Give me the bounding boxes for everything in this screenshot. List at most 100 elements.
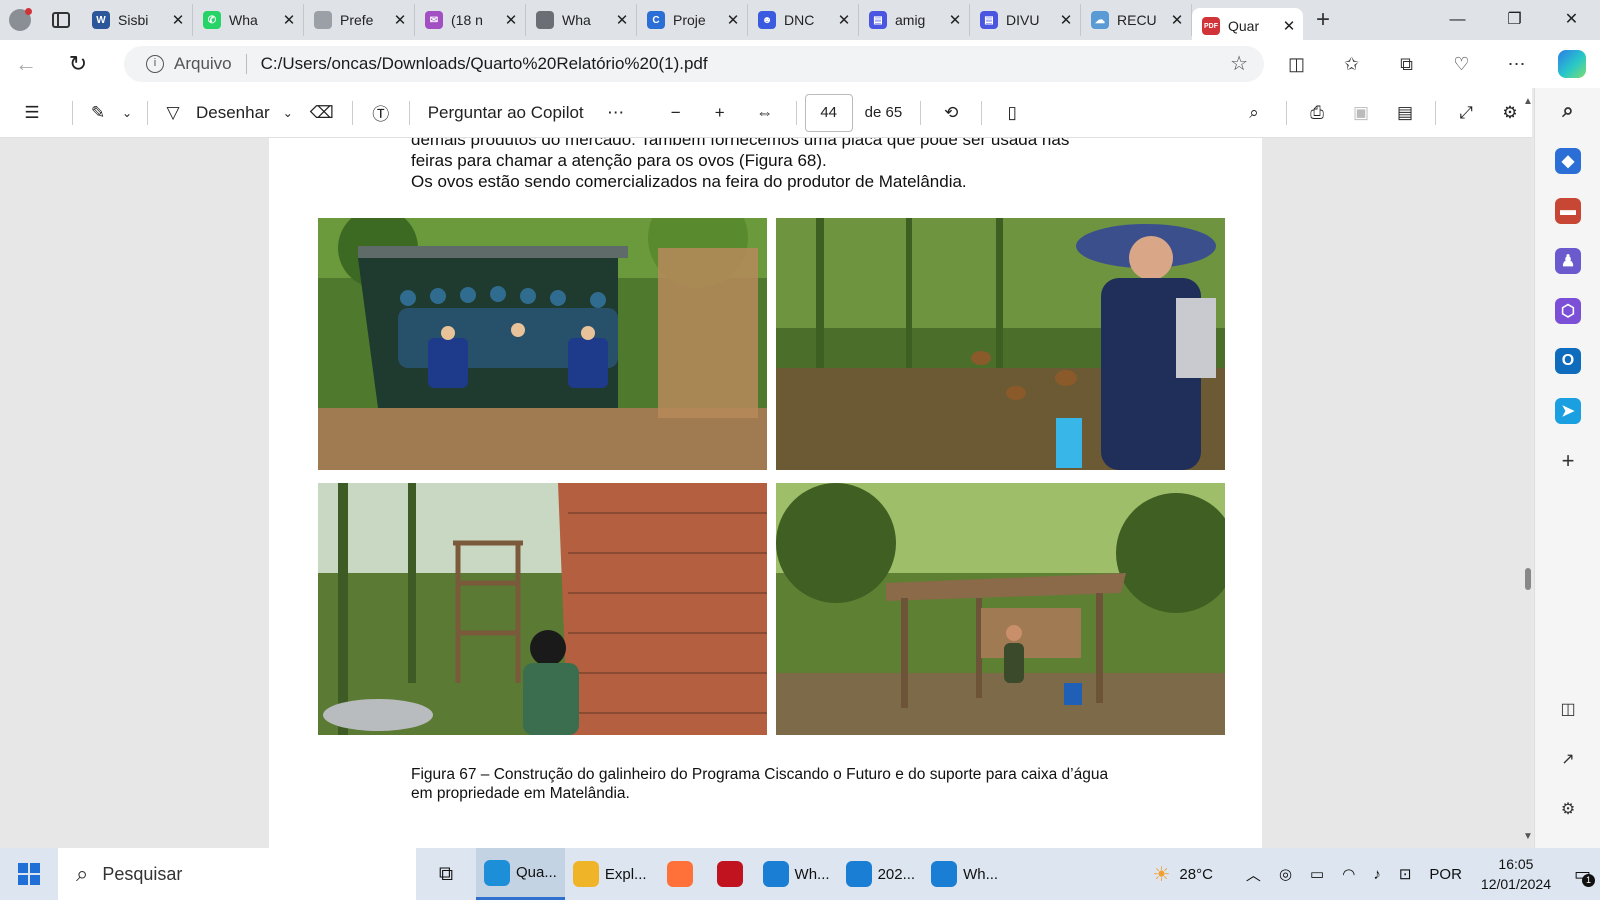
vertical-scrollbar[interactable]: ▲ ▼ <box>1522 88 1534 848</box>
clock[interactable]: 16:05 12/01/2024 <box>1481 854 1551 894</box>
eraser-icon[interactable]: ⌫ <box>300 88 344 138</box>
new-tab-button[interactable]: + <box>1303 6 1343 34</box>
scroll-up-arrow-icon[interactable]: ▲ <box>1523 96 1533 107</box>
info-icon[interactable]: i <box>146 55 164 73</box>
collections-icon[interactable]: ⧉ <box>1379 54 1434 75</box>
taskbar-app[interactable] <box>705 848 755 900</box>
minimize-button[interactable]: — <box>1429 0 1486 40</box>
refresh-button[interactable]: ↻ <box>52 51 104 77</box>
contents-list-icon[interactable]: ☰ <box>0 88 64 138</box>
highlight-icon[interactable]: ✎ <box>81 88 115 138</box>
close-tab-icon[interactable]: ✕ <box>836 11 852 29</box>
sidebar-microsoft365-icon[interactable]: ⬡ <box>1555 298 1581 324</box>
taskbar-app[interactable]: Expl... <box>565 848 655 900</box>
close-tab-icon[interactable]: ✕ <box>947 11 963 29</box>
weather-icon[interactable]: ☀ <box>1152 862 1170 887</box>
taskbar-app[interactable] <box>655 848 705 900</box>
taskbar-app[interactable]: Wh... <box>923 848 1006 900</box>
taskbar-search-box[interactable]: ⌕ Pesquisar <box>58 848 416 900</box>
more-tools-icon[interactable]: ⋯ <box>594 88 638 138</box>
close-tab-icon[interactable]: ✕ <box>1281 17 1297 35</box>
back-button[interactable]: ← <box>0 51 52 77</box>
restore-button[interactable]: ❐ <box>1486 0 1543 40</box>
highlight-chevron-icon[interactable]: ⌄ <box>115 88 139 138</box>
browser-tab[interactable]: C Proje ✕ <box>637 4 748 36</box>
browser-tab[interactable]: W Sisbi ✕ <box>82 4 193 36</box>
close-tab-icon[interactable]: ✕ <box>170 11 186 29</box>
close-tab-icon[interactable]: ✕ <box>1169 11 1185 29</box>
close-window-button[interactable]: ✕ <box>1543 0 1600 40</box>
show-hidden-icons-icon[interactable]: ︿ <box>1246 864 1261 885</box>
browser-tab[interactable]: ✉ (18 n ✕ <box>415 4 526 36</box>
print-icon[interactable]: ⎙ <box>1295 88 1339 138</box>
sidebar-split-view-icon[interactable]: ◫ <box>1555 696 1581 722</box>
browser-tab[interactable]: Prefe ✕ <box>304 4 415 36</box>
sidebar-open-external-icon[interactable]: ↗ <box>1555 746 1581 772</box>
close-tab-icon[interactable]: ✕ <box>1058 11 1074 29</box>
taskbar-app[interactable]: 202... <box>838 848 924 900</box>
draw-chevron-icon[interactable]: ⌄ <box>276 88 300 138</box>
draw-button[interactable]: Desenhar <box>190 88 276 138</box>
page-number-input[interactable]: 44 <box>804 93 853 132</box>
scroll-down-arrow-icon[interactable]: ▼ <box>1523 831 1533 842</box>
taskbar-app[interactable]: Wh... <box>755 848 838 900</box>
meet-now-icon[interactable]: ◎ <box>1279 865 1292 883</box>
more-options-icon[interactable]: ⋯ <box>1489 54 1544 75</box>
tab-title: Wha <box>229 12 258 28</box>
browser-tab[interactable]: ☻ DNC ✕ <box>748 4 859 36</box>
weather-temperature[interactable]: 28°C <box>1179 866 1213 883</box>
close-tab-icon[interactable]: ✕ <box>281 11 297 29</box>
save-as-icon[interactable]: ▤ <box>1383 88 1427 138</box>
sidebar-search-icon[interactable]: ⌕ <box>1555 98 1581 124</box>
pdf-viewport[interactable]: demais produtos do mercado. Também forne… <box>0 138 1532 848</box>
taskbar-app[interactable]: Qua... <box>476 848 565 900</box>
split-screen-icon[interactable]: ◫ <box>1269 54 1324 75</box>
scroll-thumb[interactable] <box>1525 568 1531 590</box>
sidebar-settings-icon[interactable]: ⚙ <box>1555 796 1581 822</box>
task-view-icon[interactable]: ⧉ <box>416 848 476 900</box>
fullscreen-icon[interactable]: ⤢ <box>1444 88 1488 138</box>
close-tab-icon[interactable]: ✕ <box>503 11 519 29</box>
start-button[interactable] <box>0 848 58 900</box>
draw-icon[interactable]: ▽ <box>156 88 190 138</box>
zoom-out-icon[interactable]: − <box>654 88 698 138</box>
profile-button[interactable] <box>0 0 40 40</box>
browser-essentials-icon[interactable]: ♡ <box>1434 54 1489 75</box>
browser-tab[interactable]: ▤ amig ✕ <box>859 4 970 36</box>
close-tab-icon[interactable]: ✕ <box>614 11 630 29</box>
favorite-star-icon[interactable]: ☆ <box>1230 51 1248 76</box>
fit-to-width-icon[interactable]: ⇔ <box>742 88 788 138</box>
volume-icon[interactable]: ♪ <box>1373 866 1381 883</box>
sidebar-drop-icon[interactable]: ➤ <box>1555 398 1581 424</box>
save-icon[interactable]: ▣ <box>1339 88 1383 138</box>
search-icon[interactable]: ⌕ <box>1230 88 1278 138</box>
browser-tab[interactable]: PDF Quar ✕ <box>1192 8 1303 44</box>
copilot-icon[interactable] <box>1558 50 1586 78</box>
text-box-icon[interactable]: Ⓣ <box>361 88 401 138</box>
page-view-icon[interactable]: ▯ <box>990 88 1034 138</box>
close-tab-icon[interactable]: ✕ <box>725 11 741 29</box>
browser-tab[interactable]: ▤ DIVU ✕ <box>970 4 1081 36</box>
browser-toolbar-right: ◫ ✩ ⧉ ♡ ⋯ <box>1269 40 1600 88</box>
close-tab-icon[interactable]: ✕ <box>392 11 408 29</box>
sidebar-outlook-icon[interactable]: O <box>1555 348 1581 374</box>
rotate-icon[interactable]: ⟲ <box>929 88 973 138</box>
language-indicator[interactable]: POR <box>1429 866 1462 883</box>
zoom-in-icon[interactable]: + <box>698 88 742 138</box>
ask-copilot-button[interactable]: Perguntar ao Copilot <box>418 88 594 138</box>
url-text[interactable]: C:/Users/oncas/Downloads/Quarto%20Relató… <box>261 54 708 74</box>
sidebar-tools-icon[interactable]: ▬ <box>1555 198 1581 224</box>
wifi-icon[interactable]: ◠ <box>1342 865 1355 883</box>
address-bar[interactable]: i Arquivo C:/Users/oncas/Downloads/Quart… <box>124 46 1264 82</box>
onedrive-tray-icon[interactable]: ⊡ <box>1399 865 1412 883</box>
sidebar-games-icon[interactable]: ♟ <box>1555 248 1581 274</box>
browser-tab[interactable]: ☁ RECU ✕ <box>1081 4 1192 36</box>
sidebar-add-icon[interactable]: + <box>1555 448 1581 474</box>
sidebar-shopping-icon[interactable]: ◆ <box>1555 148 1581 174</box>
notification-center-icon[interactable]: ▭ 1 <box>1574 864 1595 887</box>
tab-actions-button[interactable] <box>40 0 82 40</box>
favorites-icon[interactable]: ✩ <box>1324 54 1379 75</box>
browser-tab[interactable]: ✆ Wha ✕ <box>193 4 304 36</box>
browser-tab[interactable]: Wha ✕ <box>526 4 637 36</box>
battery-icon[interactable]: ▭ <box>1310 865 1324 883</box>
